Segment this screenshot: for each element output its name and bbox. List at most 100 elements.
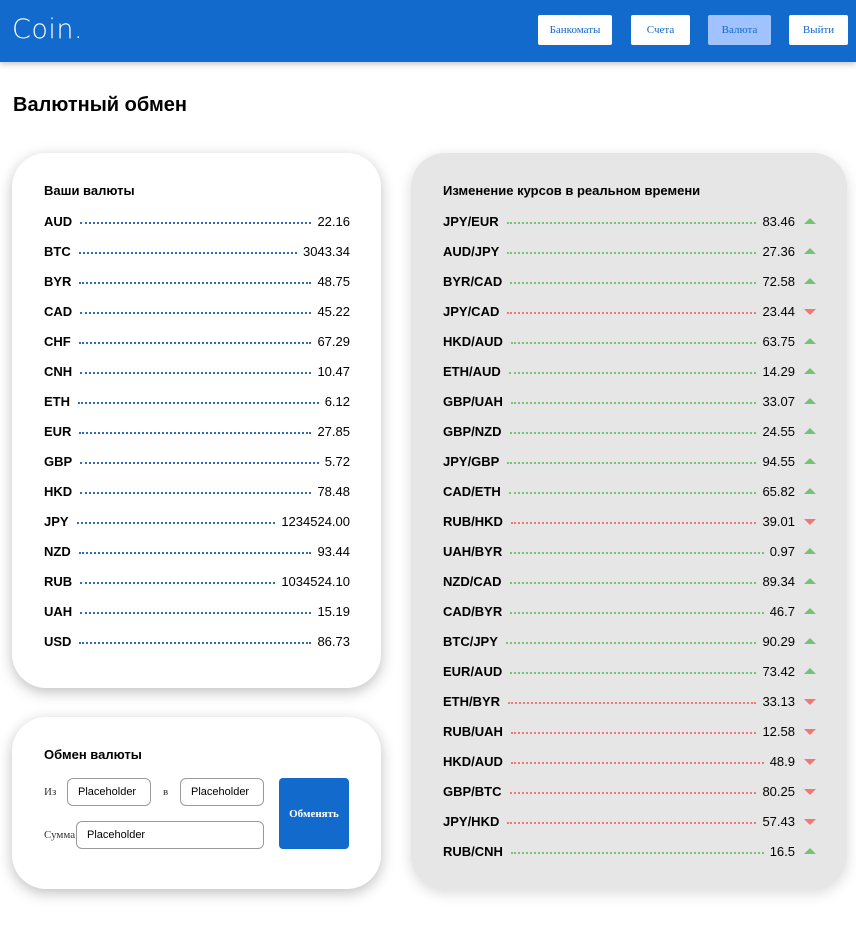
rate-value: 24.55 xyxy=(762,423,795,439)
currency-pair: GBP/UAH xyxy=(443,393,503,409)
triangle-up-icon xyxy=(804,247,816,254)
triangle-up-icon xyxy=(804,847,816,854)
currency-code: HKD xyxy=(44,483,73,499)
currency-code: ETH xyxy=(44,393,70,409)
currency-amount: 10.47 xyxy=(317,363,350,379)
to-currency-input[interactable] xyxy=(180,778,264,806)
currency-amount: 1034524.10 xyxy=(281,573,350,589)
dotted-leader xyxy=(507,252,757,254)
dotted-leader xyxy=(80,312,312,314)
rate-value: 72.58 xyxy=(762,273,795,289)
rate-row: ETH/BYR 33.13 xyxy=(443,691,816,711)
currency-pair: JPY/HKD xyxy=(443,813,500,829)
rate-value: 90.29 xyxy=(762,633,795,649)
rate-value: 57.43 xyxy=(762,813,795,829)
currency-code: NZD xyxy=(44,543,71,559)
dotted-leader xyxy=(78,402,319,404)
currency-code: GBP xyxy=(44,453,73,469)
currency-row: UAH 15.19 xyxy=(44,601,350,621)
triangle-up-icon xyxy=(804,577,816,584)
currency-pair: CAD/BYR xyxy=(443,603,503,619)
rate-row: NZD/CAD 89.34 xyxy=(443,571,816,591)
triangle-down-icon xyxy=(804,759,816,765)
amount-label: Сумма xyxy=(44,829,76,841)
to-label: в xyxy=(163,786,169,798)
rate-value: 33.13 xyxy=(762,693,795,709)
rate-row: AUD/JPY 27.36 xyxy=(443,241,816,261)
rate-row: HKD/AUD 63.75 xyxy=(443,331,816,351)
nav-atms-button[interactable]: Банкоматы xyxy=(537,14,613,46)
dotted-leader xyxy=(505,642,757,644)
currency-pair: BYR/CAD xyxy=(443,273,503,289)
dotted-leader xyxy=(510,552,764,554)
currency-pair: JPY/GBP xyxy=(443,453,500,469)
currency-row: NZD 93.44 xyxy=(44,541,350,561)
rate-value: 94.55 xyxy=(762,453,795,469)
rate-row: RUB/CNH 16.5 xyxy=(443,841,816,861)
dotted-leader xyxy=(507,822,757,824)
currency-row: CNH 10.47 xyxy=(44,361,350,381)
currency-code: UAH xyxy=(44,603,73,619)
dotted-leader xyxy=(80,582,276,584)
triangle-up-icon xyxy=(804,607,816,614)
rate-value: 14.29 xyxy=(762,363,795,379)
dotted-leader xyxy=(80,612,312,614)
currency-code: CNH xyxy=(44,363,73,379)
triangle-down-icon xyxy=(804,789,816,795)
currency-pair: NZD/CAD xyxy=(443,573,502,589)
currency-pair: JPY/CAD xyxy=(443,303,500,319)
currency-code: USD xyxy=(44,633,72,649)
rate-row: RUB/HKD 39.01 xyxy=(443,511,816,531)
dotted-leader xyxy=(510,732,757,734)
exchange-button[interactable]: Обменять xyxy=(279,778,349,849)
currency-pair: BTC/JPY xyxy=(443,633,498,649)
triangle-down-icon xyxy=(804,309,816,315)
rate-row: GBP/UAH 33.07 xyxy=(443,391,816,411)
nav-accounts-button[interactable]: Счета xyxy=(630,14,691,46)
triangle-up-icon xyxy=(804,397,816,404)
rate-row: CAD/BYR 46.7 xyxy=(443,601,816,621)
currency-code: CHF xyxy=(44,333,71,349)
rate-row: BTC/JPY 90.29 xyxy=(443,631,816,651)
rate-row: RUB/UAH 12.58 xyxy=(443,721,816,741)
currency-row: GBP 5.72 xyxy=(44,451,350,471)
currency-row: JPY 1234524.00 xyxy=(44,511,350,531)
currency-pair: CAD/ETH xyxy=(443,483,501,499)
nav-currency-button[interactable]: Валюта xyxy=(707,14,772,46)
rate-value: 12.58 xyxy=(762,723,795,739)
dotted-leader xyxy=(507,312,757,314)
amount-input[interactable] xyxy=(76,821,264,849)
dotted-leader xyxy=(509,792,757,794)
rate-value: 16.5 xyxy=(769,843,795,859)
rate-row: JPY/HKD 57.43 xyxy=(443,811,816,831)
currency-pair: JPY/EUR xyxy=(443,213,499,229)
triangle-up-icon xyxy=(804,487,816,494)
currency-amount: 1234524.00 xyxy=(281,513,350,529)
rate-row: JPY/GBP 94.55 xyxy=(443,451,816,471)
dotted-leader xyxy=(510,522,757,524)
dotted-leader xyxy=(510,612,764,614)
exchange-title: Обмен валюты xyxy=(44,747,142,762)
dotted-leader xyxy=(76,522,276,524)
rate-value: 33.07 xyxy=(762,393,795,409)
rate-row: UAH/BYR 0.97 xyxy=(443,541,816,561)
currency-pair: RUB/HKD xyxy=(443,513,503,529)
currency-code: RUB xyxy=(44,573,73,589)
currency-row: CAD 45.22 xyxy=(44,301,350,321)
currency-code: JPY xyxy=(44,513,69,529)
rate-row: CAD/ETH 65.82 xyxy=(443,481,816,501)
dotted-leader xyxy=(80,492,312,494)
triangle-up-icon xyxy=(804,637,816,644)
rate-row: JPY/CAD 23.44 xyxy=(443,301,816,321)
rate-value: 65.82 xyxy=(762,483,795,499)
dotted-leader xyxy=(508,372,757,374)
nav-logout-button[interactable]: Выйти xyxy=(788,14,849,46)
dotted-leader xyxy=(78,342,312,344)
dotted-leader xyxy=(510,762,764,764)
dotted-leader xyxy=(79,642,312,644)
from-currency-input[interactable] xyxy=(67,778,151,806)
triangle-up-icon xyxy=(804,337,816,344)
currency-amount: 15.19 xyxy=(317,603,350,619)
currency-amount: 45.22 xyxy=(317,303,350,319)
triangle-down-icon xyxy=(804,699,816,705)
